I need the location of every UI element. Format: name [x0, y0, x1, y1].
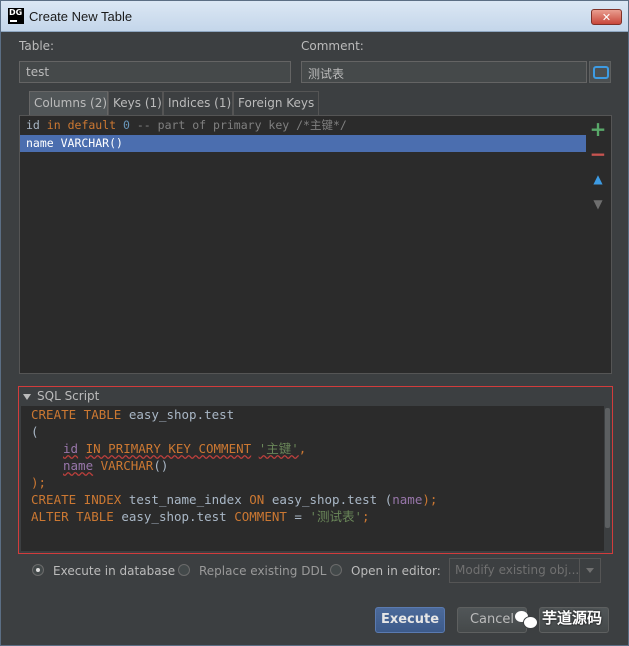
- tab-foreign-keys[interactable]: Foreign Keys: [233, 91, 319, 115]
- replace-existing-ddl-label[interactable]: Replace existing DDL: [199, 564, 326, 578]
- collapse-triangle-icon: [23, 393, 31, 400]
- table-name-input[interactable]: test: [19, 61, 291, 83]
- sql-column: name: [63, 458, 94, 473]
- sql-line-5: );: [31, 474, 46, 491]
- execute-button[interactable]: Execute: [375, 607, 445, 633]
- sql-kw: CREATE TABLE: [31, 407, 122, 422]
- column-row-name[interactable]: name VARCHAR(): [20, 135, 586, 152]
- sql-text: (): [153, 458, 169, 473]
- columns-list: id in default 0 -- part of primary key /…: [19, 115, 612, 374]
- sql-text: easy_shop.test: [121, 407, 235, 422]
- sql-column: id: [63, 441, 79, 456]
- execute-in-database-radio[interactable]: [32, 564, 44, 576]
- datagrip-app-icon: DG: [8, 8, 24, 24]
- sql-string: '主键': [258, 441, 299, 456]
- sql-kw: VARCHAR: [100, 458, 154, 473]
- sql-editor[interactable]: CREATE TABLE easy_shop.test ( id IN PRIM…: [21, 406, 604, 551]
- editor-mode-value: Modify existing obj...: [455, 563, 580, 577]
- column-id-default-value: 0: [123, 118, 130, 132]
- sql-script-toggle[interactable]: SQL Script: [23, 389, 99, 403]
- sql-kw: COMMENT: [234, 509, 287, 524]
- sql-kw: CREATE INDEX: [31, 492, 122, 507]
- sql-punct: );: [31, 475, 47, 490]
- chevron-down-icon: [579, 559, 600, 582]
- wechat-icon: [515, 609, 538, 629]
- sql-text: easy_shop.test (: [264, 492, 393, 507]
- tab-keys[interactable]: Keys (1): [108, 91, 163, 115]
- edit-comment-icon[interactable]: [589, 61, 611, 83]
- sql-script-title: SQL Script: [37, 389, 100, 403]
- editor-mode-select[interactable]: Modify existing obj...: [449, 558, 601, 583]
- column-id-comment: -- part of primary key /*主键*/: [136, 118, 347, 132]
- table-label: Table:: [19, 39, 55, 53]
- sql-punct: );: [422, 492, 438, 507]
- sql-line-2: (: [31, 423, 39, 440]
- sql-column: name: [392, 492, 423, 507]
- move-up-icon[interactable]: ▲: [585, 169, 611, 189]
- open-in-editor-label[interactable]: Open in editor:: [351, 564, 441, 578]
- sql-punct: ,: [298, 441, 307, 456]
- replace-existing-ddl-radio[interactable]: [178, 564, 190, 576]
- add-column-icon[interactable]: +: [585, 119, 611, 139]
- comment-input[interactable]: 测试表: [301, 61, 587, 83]
- column-id-name: id: [26, 118, 40, 132]
- close-button[interactable]: ✕: [591, 9, 622, 25]
- tab-columns[interactable]: Columns (2): [29, 91, 108, 115]
- sql-text: test_name_index: [121, 492, 250, 507]
- watermark-text: 芋道源码: [542, 609, 603, 627]
- app-icon-text: DG: [9, 8, 23, 17]
- create-table-dialog: DG Create New Table ✕ Table: test Commen…: [0, 0, 629, 646]
- execute-in-database-label[interactable]: Execute in database: [53, 564, 175, 578]
- sql-scrollbar[interactable]: [604, 406, 611, 551]
- sql-text: =: [286, 509, 310, 524]
- column-id-default-keyword: default: [67, 118, 117, 132]
- remove-column-icon[interactable]: −: [585, 144, 611, 164]
- tab-indices[interactable]: Indices (1): [163, 91, 233, 115]
- open-in-editor-radio[interactable]: [330, 564, 342, 576]
- column-id-in: in: [46, 118, 61, 132]
- sql-line-1: CREATE TABLE easy_shop.test: [31, 406, 234, 423]
- sql-punct: ;: [362, 509, 370, 524]
- move-down-icon[interactable]: ▼: [585, 194, 611, 214]
- sql-line-6: CREATE INDEX test_name_index ON easy_sho…: [31, 491, 437, 508]
- sql-line-4: name VARCHAR(): [63, 457, 168, 474]
- title-bar: DG Create New Table ✕: [1, 1, 628, 32]
- sql-kw: ALTER TABLE: [31, 509, 114, 524]
- window-title: Create New Table: [29, 9, 133, 24]
- comment-label: Comment:: [301, 39, 364, 53]
- sql-text: (: [31, 424, 39, 439]
- sql-kw: IN PRIMARY KEY COMMENT: [85, 441, 252, 456]
- column-row-id[interactable]: id in default 0 -- part of primary key /…: [20, 117, 586, 134]
- sql-kw: ON: [249, 492, 265, 507]
- sql-line-3: id IN PRIMARY KEY COMMENT '主键',: [63, 440, 306, 457]
- sql-text: easy_shop.test: [113, 509, 235, 524]
- sql-string: '测试表': [309, 509, 363, 524]
- sql-script-panel: SQL Script CREATE TABLE easy_shop.test (…: [18, 386, 613, 554]
- sql-line-7: ALTER TABLE easy_shop.test COMMENT = '测试…: [31, 508, 370, 525]
